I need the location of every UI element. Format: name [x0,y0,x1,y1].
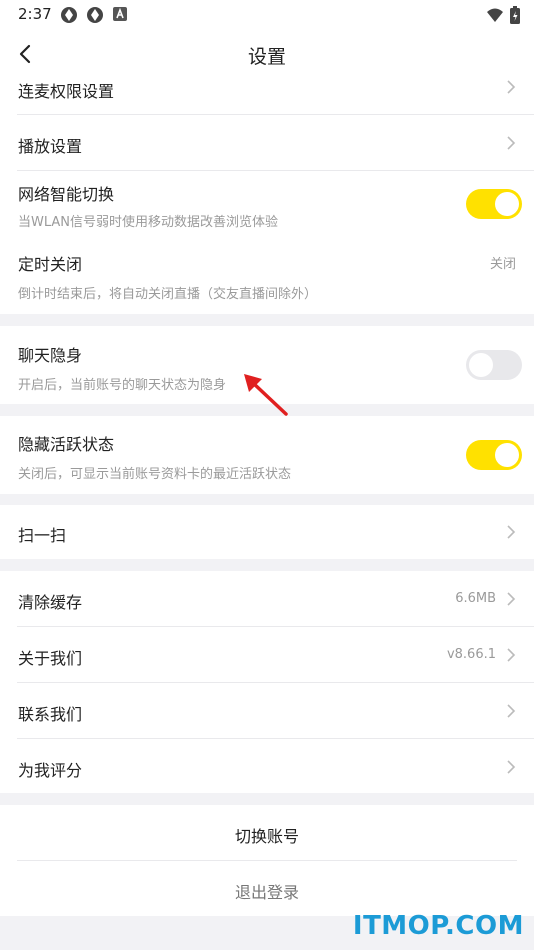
toggle-knob [495,443,519,467]
chevron-right-icon [507,648,516,662]
status-time: 2:37 [18,5,52,23]
timer-off-label: 定时关闭 [18,255,83,274]
chevron-right-icon [507,592,516,606]
timer-off-value: 关闭 [489,257,516,272]
chevron-right-icon [507,525,516,539]
contact-us-label: 联系我们 [18,705,83,724]
status-notification-icons [60,6,128,24]
toggle-knob [495,192,519,216]
chat-invisible-description: 开启后，当前账号的聊天状态为隐身 [18,378,227,393]
clear-cache-label: 清除缓存 [18,593,83,612]
mic-permission-label: 连麦权限设置 [18,82,115,101]
chevron-right-icon [507,80,516,94]
playback-settings-row[interactable]: 播放设置 [0,115,534,170]
rate-us-row[interactable]: 为我评分 [0,739,534,793]
chevron-right-icon [507,704,516,718]
annotation-arrow-icon [244,374,288,416]
top-nav-bar: 设置 [0,30,534,78]
contact-us-row[interactable]: 联系我们 [0,683,534,738]
battery-icon [510,6,520,24]
about-us-row[interactable]: 关于我们 v8.66.1 [0,627,534,682]
scan-row[interactable]: 扫一扫 [0,505,534,559]
timer-off-description: 倒计时结束后，将自动关闭直播（交友直播间除外） [18,287,318,302]
version-value: v8.66.1 [446,647,496,662]
hide-active-label: 隐藏活跃状态 [18,435,115,454]
switch-account-label: 切换账号 [234,827,299,846]
cache-size-value: 6.6MB [455,591,496,606]
chevron-right-icon [507,136,516,150]
settings-group-hide-active: 隐藏活跃状态 关闭后，可显示当前账号资料卡的最近活跃状态 [0,416,534,494]
chevron-right-icon [507,760,516,774]
status-system-icons [486,6,520,24]
app-notification-icon [87,7,103,23]
status-bar: 2:37 [0,0,534,30]
hide-active-toggle[interactable] [466,440,522,470]
about-us-label: 关于我们 [18,649,83,668]
network-switch-label: 网络智能切换 [18,185,115,204]
settings-group-misc: 清除缓存 6.6MB 关于我们 v8.66.1 联系我们 为我评分 [0,571,534,793]
network-switch-toggle[interactable] [466,189,522,219]
wifi-icon [487,8,503,22]
app-notification-icon [61,7,77,23]
font-notification-icon [113,7,127,21]
settings-group-general: 连麦权限设置 播放设置 网络智能切换 当WLAN信号弱时使用移动数据改善浏览体验… [0,78,534,314]
logout-label: 退出登录 [234,883,299,902]
hide-active-description: 关闭后，可显示当前账号资料卡的最近活跃状态 [18,467,292,482]
page-title: 设置 [247,46,286,68]
playback-settings-label: 播放设置 [18,137,83,156]
switch-account-button[interactable]: 切换账号 [0,805,534,860]
account-actions: 切换账号 退出登录 [0,805,534,916]
rate-us-label: 为我评分 [18,761,83,780]
hide-active-row: 隐藏活跃状态 关闭后，可显示当前账号资料卡的最近活跃状态 [0,416,534,494]
settings-group-scan: 扫一扫 [0,505,534,559]
network-switch-row: 网络智能切换 当WLAN信号弱时使用移动数据改善浏览体验 [0,171,534,233]
network-switch-description: 当WLAN信号弱时使用移动数据改善浏览体验 [18,215,279,230]
toggle-knob [469,353,493,377]
mic-permission-row[interactable]: 连麦权限设置 [0,78,534,114]
site-watermark: ITMOP.COM [352,911,524,941]
chat-invisible-label: 聊天隐身 [18,346,83,365]
clear-cache-row[interactable]: 清除缓存 6.6MB [0,571,534,626]
timer-off-row[interactable]: 定时关闭 关闭 倒计时结束后，将自动关闭直播（交友直播间除外） [0,241,534,307]
chat-invisible-toggle[interactable] [466,350,522,380]
scan-label: 扫一扫 [18,526,67,545]
logout-button[interactable]: 退出登录 [0,861,534,916]
